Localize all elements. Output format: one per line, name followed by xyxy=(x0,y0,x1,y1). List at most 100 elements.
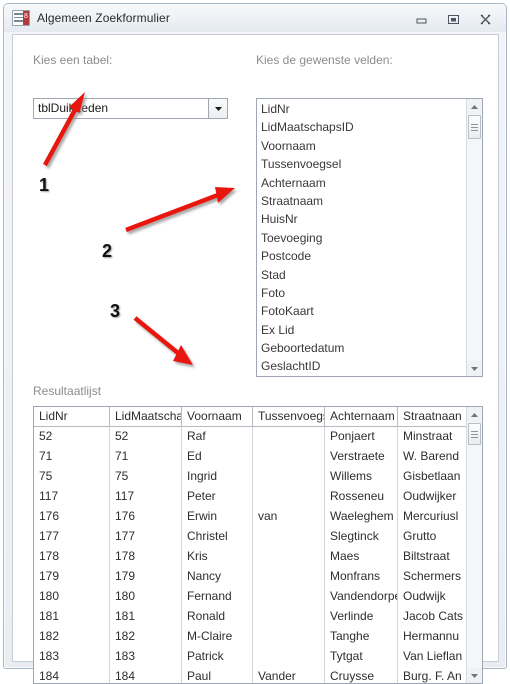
table-cell[interactable]: 178 xyxy=(34,547,110,567)
table-cell[interactable]: Gisbetlaan xyxy=(398,467,466,487)
table-cell[interactable]: Oudwijk xyxy=(398,587,466,607)
table-row[interactable]: 181181RonaldVerlindeJacob Cats xyxy=(34,607,466,627)
table-row[interactable]: 178178KrisMaesBiltstraat xyxy=(34,547,466,567)
table-cell[interactable]: 183 xyxy=(34,647,110,667)
table-cell[interactable]: Van Lieflan xyxy=(398,647,466,667)
table-cell[interactable]: Vandendorpe xyxy=(325,587,398,607)
table-cell[interactable] xyxy=(253,487,325,507)
fields-listbox-scrollbar[interactable] xyxy=(466,99,482,376)
table-cell[interactable]: Patrick xyxy=(182,647,253,667)
table-row[interactable]: 180180FernandVandendorpeOudwijk xyxy=(34,587,466,607)
table-cell[interactable]: Vander xyxy=(253,667,325,683)
table-cell[interactable]: Rosseneu xyxy=(325,487,398,507)
table-cell[interactable]: 71 xyxy=(110,447,182,467)
table-cell[interactable]: Burg. F. An xyxy=(398,667,466,683)
table-cell[interactable] xyxy=(253,467,325,487)
minimize-button[interactable] xyxy=(406,9,436,29)
table-cell[interactable]: Grutto xyxy=(398,527,466,547)
table-cell[interactable]: Schermers xyxy=(398,567,466,587)
column-header[interactable]: Voornaam xyxy=(182,407,253,426)
table-cell[interactable]: Fernand xyxy=(182,587,253,607)
table-cell[interactable]: Kris xyxy=(182,547,253,567)
restore-button[interactable] xyxy=(438,9,468,29)
table-cell[interactable]: Verlinde xyxy=(325,607,398,627)
table-cell[interactable]: Waeleghem xyxy=(325,507,398,527)
table-cell[interactable]: 180 xyxy=(110,587,182,607)
table-cell[interactable]: Verstraete xyxy=(325,447,398,467)
table-cell[interactable]: Peter xyxy=(182,487,253,507)
table-row[interactable]: 7575IngridWillemsGisbetlaan xyxy=(34,467,466,487)
table-cell[interactable]: 180 xyxy=(34,587,110,607)
table-cell[interactable]: 176 xyxy=(110,507,182,527)
table-cell[interactable]: Ponjaert xyxy=(325,427,398,447)
field-list-item[interactable]: Toevoeging xyxy=(261,229,466,247)
table-cell[interactable] xyxy=(253,527,325,547)
column-header[interactable]: LidMaatscha xyxy=(110,407,182,426)
table-cell[interactable]: Cruysse xyxy=(325,667,398,683)
column-header[interactable]: Achternaam xyxy=(325,407,398,426)
table-cell[interactable]: 184 xyxy=(110,667,182,683)
table-cell[interactable] xyxy=(253,427,325,447)
field-list-item[interactable]: Achternaam xyxy=(261,174,466,192)
field-list-item[interactable]: LidNr xyxy=(261,100,466,118)
table-cell[interactable]: 179 xyxy=(110,567,182,587)
table-cell[interactable]: M-Claire xyxy=(182,627,253,647)
table-row[interactable]: 179179NancyMonfransSchermers xyxy=(34,567,466,587)
field-list-item[interactable]: Voornaam xyxy=(261,137,466,155)
table-cell[interactable]: Oudwijker xyxy=(398,487,466,507)
table-cell[interactable]: Ronald xyxy=(182,607,253,627)
table-row[interactable]: 182182M-ClaireTangheHermannu xyxy=(34,627,466,647)
scroll-thumb[interactable] xyxy=(468,115,481,139)
table-row[interactable]: 176176ErwinvanWaeleghemMercuriusl xyxy=(34,507,466,527)
table-cell[interactable]: 178 xyxy=(110,547,182,567)
field-list-item[interactable]: HuisNr xyxy=(261,210,466,228)
scroll-down-arrow-icon[interactable] xyxy=(467,668,482,683)
table-cell[interactable]: 117 xyxy=(110,487,182,507)
table-cell[interactable]: Hermannu xyxy=(398,627,466,647)
chevron-down-icon[interactable] xyxy=(208,99,227,118)
table-cell[interactable] xyxy=(253,627,325,647)
table-cell[interactable]: 71 xyxy=(34,447,110,467)
close-button[interactable] xyxy=(470,9,500,29)
table-cell[interactable]: Tytgat xyxy=(325,647,398,667)
field-list-item[interactable]: Geboortedatum xyxy=(261,339,466,357)
table-cell[interactable]: Ingrid xyxy=(182,467,253,487)
column-header[interactable]: Tussenvoegs xyxy=(253,407,325,426)
table-cell[interactable]: Willems xyxy=(325,467,398,487)
field-list-item[interactable]: Straatnaam xyxy=(261,192,466,210)
table-cell[interactable] xyxy=(253,547,325,567)
fields-listbox[interactable]: LidNrLidMaatschapsIDVoornaamTussenvoegse… xyxy=(256,98,483,377)
table-cell[interactable]: 177 xyxy=(34,527,110,547)
scroll-thumb[interactable] xyxy=(468,423,481,445)
table-cell[interactable]: 182 xyxy=(110,627,182,647)
table-row[interactable]: 177177ChristelSlegtinckGrutto xyxy=(34,527,466,547)
table-row[interactable]: 183183PatrickTytgatVan Lieflan xyxy=(34,647,466,667)
field-list-item[interactable]: GeslachtID xyxy=(261,357,466,375)
table-cell[interactable]: 179 xyxy=(34,567,110,587)
table-cell[interactable]: Monfrans xyxy=(325,567,398,587)
table-cell[interactable]: Tanghe xyxy=(325,627,398,647)
results-datagrid[interactable]: LidNrLidMaatschaVoornaamTussenvoegsAchte… xyxy=(33,406,483,684)
column-header[interactable]: LidNr xyxy=(34,407,110,426)
table-cell[interactable] xyxy=(253,567,325,587)
table-row[interactable]: 5252RafPonjaertMinstraat xyxy=(34,427,466,447)
scroll-down-arrow-icon[interactable] xyxy=(467,361,482,376)
table-cell[interactable]: Biltstraat xyxy=(398,547,466,567)
table-row[interactable]: 184184PaulVanderCruysseBurg. F. An xyxy=(34,667,466,683)
table-cell[interactable]: Mercuriusl xyxy=(398,507,466,527)
field-list-item[interactable]: LidMaatschapsID xyxy=(261,118,466,136)
scroll-up-arrow-icon[interactable] xyxy=(467,407,482,422)
table-cell[interactable]: 181 xyxy=(110,607,182,627)
table-cell[interactable]: W. Barend xyxy=(398,447,466,467)
table-cell[interactable]: Jacob Cats xyxy=(398,607,466,627)
table-cell[interactable]: 75 xyxy=(110,467,182,487)
table-cell[interactable]: Erwin xyxy=(182,507,253,527)
table-cell[interactable]: 52 xyxy=(34,427,110,447)
table-cell[interactable]: 75 xyxy=(34,467,110,487)
table-row[interactable]: 117117PeterRosseneuOudwijker xyxy=(34,487,466,507)
table-cell[interactable]: Slegtinck xyxy=(325,527,398,547)
table-cell[interactable]: Minstraat xyxy=(398,427,466,447)
table-cell[interactable] xyxy=(253,447,325,467)
table-cell[interactable] xyxy=(253,647,325,667)
table-cell[interactable]: Maes xyxy=(325,547,398,567)
